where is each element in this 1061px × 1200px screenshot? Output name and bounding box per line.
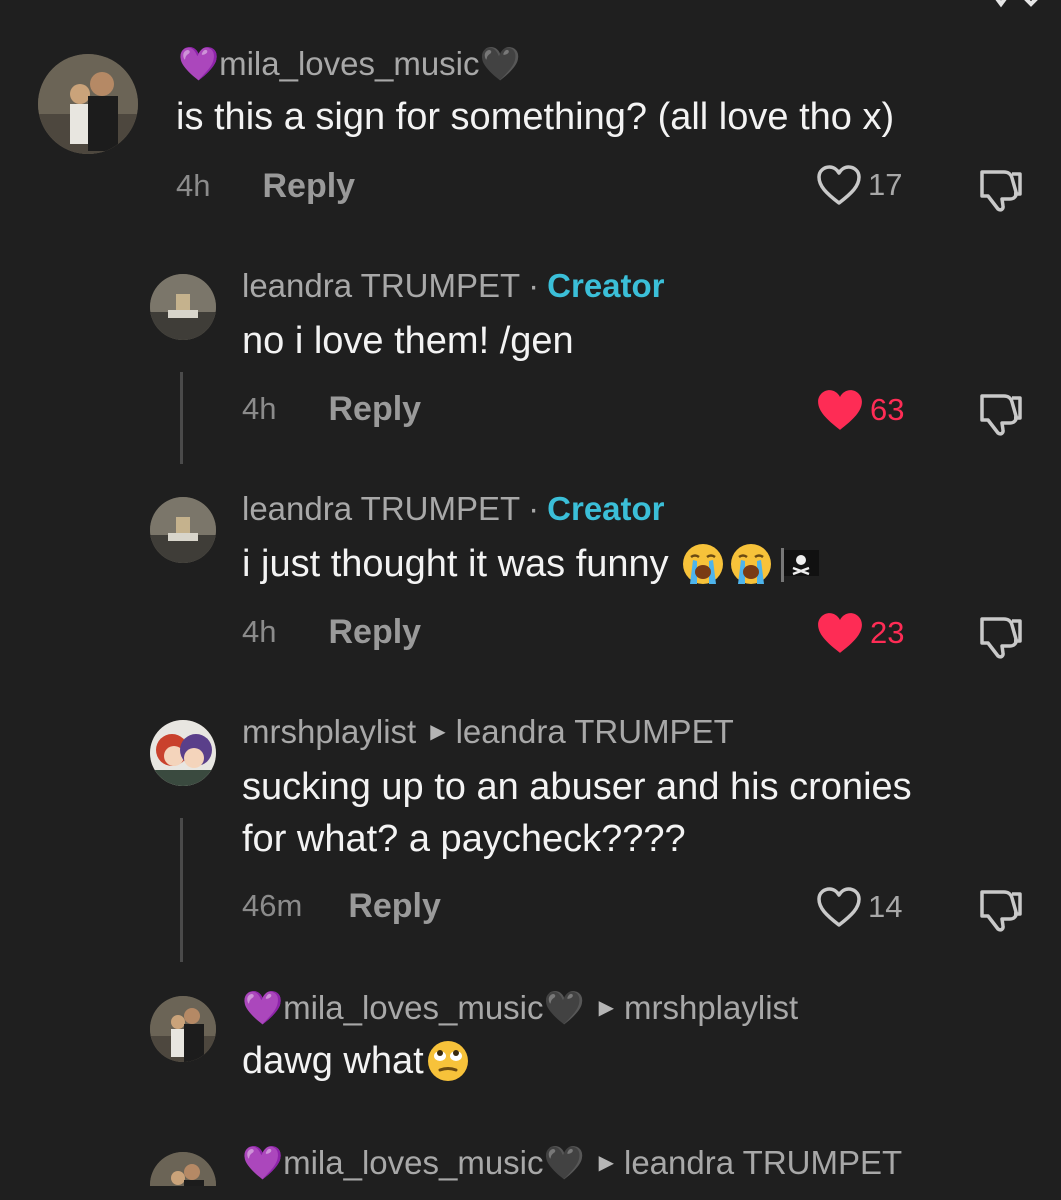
avatar[interactable]: [150, 497, 216, 563]
loudly-crying-face-icon: [730, 544, 771, 584]
comment-author: mrshplaylist ▶ leandra TRUMPET: [242, 712, 734, 752]
thumbs-down-icon: [980, 890, 1022, 932]
comment-actions: 4h Reply: [242, 389, 421, 429]
comment-text-row: i just thought it was funny: [242, 539, 823, 589]
username[interactable]: 💜mila_loves_music🖤: [242, 988, 585, 1028]
timestamp: 4h: [242, 614, 277, 649]
like-count: 23: [870, 615, 905, 650]
reply-arrow-icon: ▶: [598, 1152, 614, 1174]
dislike-button[interactable]: [974, 611, 1026, 659]
timestamp: 4h: [176, 168, 211, 203]
username[interactable]: 💜mila_loves_music🖤: [242, 1143, 585, 1183]
avatar[interactable]: [38, 54, 138, 154]
comments-panel: 💜mila_loves_music🖤 is this a sign for so…: [0, 0, 1061, 1200]
reply-button[interactable]: Reply: [348, 886, 441, 926]
like-button[interactable]: 14: [816, 886, 902, 928]
avatar[interactable]: [150, 996, 216, 1062]
thumbs-down-icon: [980, 394, 1022, 436]
comment-text-line-2: for what? a paycheck????: [242, 818, 686, 860]
comment-actions: 4h Reply: [176, 166, 355, 206]
heart-outline-icon: [817, 887, 861, 927]
dislike-button[interactable]: [974, 884, 1026, 932]
loudly-crying-face-icon: [682, 544, 723, 584]
reply-button[interactable]: Reply: [328, 612, 421, 652]
like-count: 14: [868, 889, 903, 924]
thread-line: [180, 372, 183, 464]
like-count: 17: [868, 167, 903, 202]
comment-actions: 4h Reply: [242, 612, 421, 652]
reply-item: leandra TRUMPET · Creator i just thought…: [0, 465, 1061, 690]
reply-to-username[interactable]: leandra TRUMPET: [624, 1143, 902, 1183]
separator: ·: [528, 267, 540, 304]
pirate-flag-icon: [780, 548, 819, 582]
separator: ·: [528, 490, 540, 527]
reply-to-username[interactable]: mrshplaylist: [624, 988, 798, 1028]
dislike-button[interactable]: [974, 388, 1026, 436]
like-button[interactable]: 23: [816, 611, 904, 655]
avatar[interactable]: [150, 274, 216, 340]
reply-item: 💜mila_loves_music🖤 ▶ mrshplaylist dawg w…: [0, 970, 1061, 1135]
comment-author[interactable]: 💜mila_loves_music🖤: [178, 44, 521, 84]
reply-button[interactable]: Reply: [328, 389, 421, 429]
comment-actions: 46m Reply: [242, 886, 441, 926]
comment-text-row: dawg what: [242, 1036, 470, 1086]
comment-author: 💜mila_loves_music🖤 ▶ mrshplaylist: [242, 988, 798, 1028]
comment-author: 💜mila_loves_music🖤 ▶ leandra TRUMPET: [242, 1143, 902, 1183]
heart-outline-icon: [817, 165, 861, 205]
heart-filled-icon: [818, 390, 862, 430]
comment-item: 💜mila_loves_music🖤 is this a sign for so…: [0, 0, 1061, 240]
comment-author: leandra TRUMPET · Creator: [242, 489, 665, 529]
heart-filled-icon: [818, 613, 862, 653]
like-count: 63: [870, 392, 905, 427]
reply-arrow-icon: ▶: [430, 721, 446, 743]
timestamp: 46m: [242, 888, 303, 923]
timestamp: 4h: [242, 391, 277, 426]
username[interactable]: leandra TRUMPET: [242, 266, 520, 306]
username[interactable]: mrshplaylist: [242, 712, 416, 752]
reply-item: mrshplaylist ▶ leandra TRUMPET sucking u…: [0, 690, 1061, 970]
comment-text: dawg what: [242, 1040, 424, 1082]
avatar[interactable]: [150, 720, 216, 786]
comment-text: is this a sign for something? (all love …: [176, 96, 895, 138]
creator-badge: Creator: [547, 490, 665, 527]
comment-author: leandra TRUMPET · Creator: [242, 266, 665, 306]
thumbs-down-icon: [980, 170, 1022, 212]
bottom-edge: [0, 1186, 1061, 1200]
thread-line: [180, 818, 183, 962]
reply-arrow-icon: ▶: [598, 997, 614, 1019]
comment-text: no i love them! /gen: [242, 320, 574, 362]
like-button[interactable]: 17: [816, 164, 902, 206]
face-with-rolling-eyes-icon: [427, 1041, 468, 1081]
comment-text: i just thought it was funny: [242, 543, 669, 585]
username[interactable]: 💜mila_loves_music🖤: [178, 44, 521, 84]
reply-item: leandra TRUMPET · Creator no i love them…: [0, 240, 1061, 465]
thumbs-down-icon: [980, 617, 1022, 659]
comment-text-line-1: sucking up to an abuser and his cronies: [242, 766, 912, 808]
like-button[interactable]: 63: [816, 388, 904, 432]
dislike-button[interactable]: [974, 164, 1026, 212]
reply-to-username[interactable]: leandra TRUMPET: [456, 712, 734, 752]
reply-button[interactable]: Reply: [262, 166, 355, 206]
creator-badge: Creator: [547, 267, 665, 304]
username[interactable]: leandra TRUMPET: [242, 489, 520, 529]
